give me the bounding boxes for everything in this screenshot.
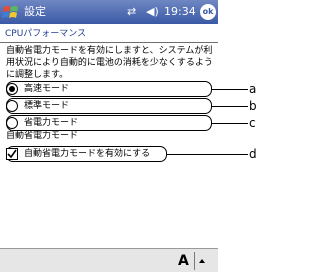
radio-button-selected[interactable] — [6, 83, 18, 95]
radio-option-high-speed[interactable]: 高速モード — [6, 81, 212, 97]
settings-screen: 設定 ⇄ ◀) 19:34 ok CPUパフォーマンス 自動省電力モードを有効に… — [0, 0, 259, 272]
radio-option-power-saving[interactable]: 省電力モード — [6, 115, 212, 131]
callout-letter-c: c — [249, 116, 256, 130]
bottom-menu-bar: A — [0, 248, 218, 272]
radio-label: 高速モード — [24, 84, 70, 94]
keyboard-input-icon[interactable]: A — [178, 252, 189, 270]
radio-label: 標準モード — [24, 101, 70, 111]
callout-line-b — [212, 106, 248, 107]
callout-letter-a: a — [249, 82, 257, 96]
page-description: 自動省電力モードを有効にしますと、システムが利用状況により自動的に電池の消耗を少… — [6, 46, 213, 80]
title-bar: 設定 ⇄ ◀) 19:34 ok — [0, 0, 218, 24]
app-title: 設定 — [24, 5, 46, 18]
speaker-icon[interactable]: ◀) — [146, 4, 159, 20]
callout-line-c — [212, 123, 248, 124]
auto-power-checkbox-row[interactable]: 自動省電力モードを有効にする — [6, 146, 167, 162]
callout-letter-b: b — [249, 99, 257, 113]
chevron-up-icon[interactable] — [194, 252, 208, 270]
title-divider — [0, 42, 218, 43]
checkbox-checked[interactable] — [6, 148, 18, 160]
checkbox-label: 自動省電力モードを有効にする — [24, 149, 151, 159]
radio-button[interactable] — [6, 117, 18, 129]
callout-letter-d: d — [249, 147, 257, 161]
radio-label: 省電力モード — [24, 118, 79, 128]
ok-button[interactable]: ok — [200, 4, 216, 20]
callout-line-a — [212, 89, 248, 90]
radio-button[interactable] — [6, 100, 18, 112]
page-title: CPUパフォーマンス — [5, 29, 87, 39]
callout-line-d — [167, 154, 248, 155]
connectivity-arrows-icon[interactable]: ⇄ — [127, 4, 136, 20]
auto-power-section-label: 自動省電力モード — [6, 131, 79, 141]
windows-flag-icon[interactable] — [2, 3, 20, 21]
radio-option-standard[interactable]: 標準モード — [6, 98, 212, 114]
clock-time[interactable]: 19:34 — [164, 4, 196, 20]
